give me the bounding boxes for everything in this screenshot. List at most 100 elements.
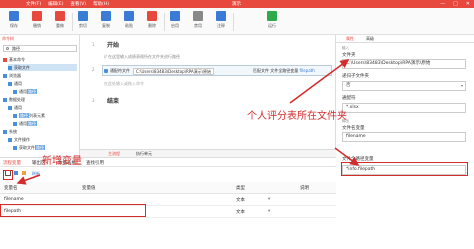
folder-field[interactable]: C:\Users\83483\Desktop\RPA演示\原始 bbox=[342, 59, 466, 69]
tree-item-label: 文件操作 bbox=[14, 137, 30, 142]
tree-item[interactable]: 路径列表元素 bbox=[13, 112, 77, 119]
redo-icon bbox=[55, 11, 65, 21]
add-command-hint[interactable]: 在此处输入或拖入命令 bbox=[104, 81, 144, 87]
toolbar-button-paste[interactable]: 粘贴 bbox=[118, 11, 140, 29]
wildcard-field[interactable]: *.xlsx bbox=[342, 103, 466, 113]
command-icon bbox=[3, 97, 7, 102]
enable-icon bbox=[170, 11, 180, 21]
tree-item-label: 浏览器 bbox=[9, 73, 21, 78]
toolbar-button-cut[interactable]: 剪切 bbox=[72, 11, 94, 29]
tab-command-tree[interactable]: 命令树 bbox=[2, 36, 14, 42]
tree-item[interactable]: 获取文件 bbox=[8, 64, 77, 71]
section-input-label: 输入 bbox=[342, 46, 349, 50]
menu-file[interactable]: 文件(F) bbox=[26, 1, 41, 7]
tree-item[interactable]: 浏览器 bbox=[3, 72, 77, 79]
line-number: 1 bbox=[92, 42, 95, 47]
delete-icon bbox=[147, 11, 157, 21]
properties-panel: 属性 高级 输入 文件夹 C:\Users\83483\Desktop\RPA演… bbox=[336, 35, 474, 249]
maximize-button[interactable]: □ bbox=[453, 1, 458, 7]
toolbar-button-undo[interactable]: 撤销 bbox=[26, 11, 48, 29]
search-highlight: 路径 bbox=[27, 89, 37, 94]
tree-item-label: 基本命令 bbox=[9, 57, 25, 62]
tree-item-label: 获取文件路径 bbox=[19, 145, 45, 150]
refresh-button[interactable]: 刷新 bbox=[32, 171, 40, 177]
tree-item-label: 路径列表元素 bbox=[19, 113, 45, 118]
count-var-field[interactable]: filename bbox=[342, 132, 466, 142]
step-middle: 匹配文件 bbox=[253, 68, 269, 73]
include-sub-label: 递归子文件夹 bbox=[342, 74, 369, 79]
toolbar-button-run[interactable]: 运行 bbox=[261, 11, 283, 29]
annotation-new-var-note: 新增变量 bbox=[42, 156, 82, 167]
tree-item[interactable]: 文件操作 bbox=[8, 136, 77, 143]
command-icon bbox=[13, 121, 17, 126]
copy-icon bbox=[101, 11, 111, 21]
toolbar-button-redo[interactable]: 重做 bbox=[49, 11, 71, 29]
toolbar-button-disable[interactable]: 禁用 bbox=[187, 11, 209, 29]
count-var-value: filename bbox=[346, 134, 366, 139]
toolbar-button-copy[interactable]: 复制 bbox=[95, 11, 117, 29]
tree-item[interactable]: 基本命令 bbox=[3, 56, 77, 63]
toolbar: 保存 撤销 重做 剪切 复制 粘贴 删除 启用 禁用 注释 运行 bbox=[0, 8, 474, 35]
var-type: 文本 bbox=[236, 198, 245, 203]
flow-end-label: 结束 bbox=[107, 98, 120, 105]
tree-item[interactable]: 获取文件路径 bbox=[13, 144, 77, 151]
command-icon bbox=[13, 113, 17, 118]
toolbar-button-label: 启用 bbox=[171, 23, 179, 28]
window-controls: — □ ✕ bbox=[440, 1, 470, 7]
variable-tools: 刷新 bbox=[2, 170, 82, 178]
toolbar-button-label: 运行 bbox=[268, 23, 276, 28]
tab-properties[interactable]: 属性 bbox=[346, 36, 354, 42]
delete-variable-icon[interactable] bbox=[14, 171, 18, 175]
command-icon bbox=[8, 65, 12, 70]
tree-item[interactable]: 系统 bbox=[3, 128, 77, 135]
menu-help[interactable]: 帮助(H) bbox=[93, 1, 109, 7]
chevron-down-icon: ▾ bbox=[460, 83, 463, 88]
step-var: filepath bbox=[299, 68, 315, 73]
paste-icon bbox=[124, 11, 134, 21]
toolbar-button-label: 保存 bbox=[10, 23, 18, 28]
tab-flow-variables[interactable]: 流程变量 bbox=[3, 160, 21, 166]
command-icon bbox=[8, 137, 12, 142]
tree-item[interactable]: 通用路径 bbox=[13, 120, 77, 127]
minimize-button[interactable]: — bbox=[440, 1, 445, 7]
toolbar-separator bbox=[233, 13, 234, 31]
tree-item-label: 通用 bbox=[14, 105, 22, 110]
cut-icon bbox=[78, 11, 88, 21]
command-icon bbox=[3, 129, 7, 134]
close-button[interactable]: ✕ bbox=[466, 1, 470, 7]
search-icon bbox=[6, 47, 9, 50]
toolbar-button-delete[interactable]: 删除 bbox=[141, 11, 163, 29]
tab-advanced[interactable]: 高级 bbox=[366, 36, 374, 42]
flow-start-label: 开始 bbox=[107, 42, 120, 49]
count-var-label: 文件名变量 bbox=[342, 126, 365, 131]
command-search-input[interactable]: 路径 bbox=[3, 45, 77, 52]
tab-find-refs[interactable]: 查找引用 bbox=[86, 160, 104, 166]
annotation-box-filepath-row bbox=[0, 204, 146, 217]
include-sub-select[interactable]: 否 ▾ bbox=[342, 81, 466, 91]
step-desc: 匹配文件 文件全路径变量 filepath bbox=[253, 68, 315, 74]
tree-item-label: 获取文件 bbox=[14, 65, 30, 70]
toolbar-button-save[interactable]: 保存 bbox=[3, 11, 25, 29]
command-icon bbox=[3, 57, 7, 62]
tree-item[interactable]: 通用 bbox=[8, 80, 77, 87]
step-folder-path: C:\Users\83483\Desktop\RPA演示\原始 bbox=[133, 68, 214, 75]
tree-item[interactable]: 通用 bbox=[8, 104, 77, 111]
flow-step-wildcard-file[interactable]: 通配符文件 C:\Users\83483\Desktop\RPA演示\原始 匹配… bbox=[102, 65, 332, 76]
tree-item[interactable]: 通用路径 bbox=[13, 88, 77, 95]
edit-variable-icon[interactable] bbox=[22, 171, 26, 175]
tree-item[interactable]: 数据处理 bbox=[3, 96, 77, 103]
toolbar-button-comment[interactable]: 注释 bbox=[210, 11, 232, 29]
col-name: 变量名 bbox=[4, 186, 18, 191]
search-highlight: 路径 bbox=[27, 121, 37, 126]
command-icon bbox=[13, 89, 17, 94]
tree-item-label: 系统 bbox=[9, 129, 17, 134]
col-type: 类型 bbox=[236, 186, 245, 191]
comment-icon bbox=[216, 11, 226, 21]
toolbar-button-label: 注释 bbox=[217, 23, 225, 28]
menu-view[interactable]: 查看(V) bbox=[70, 1, 86, 7]
disable-icon bbox=[193, 11, 203, 21]
folder-label: 文件夹 bbox=[342, 53, 356, 58]
annotation-box-add-button bbox=[3, 170, 13, 180]
toolbar-button-enable[interactable]: 启用 bbox=[164, 11, 186, 29]
menu-edit[interactable]: 编辑(E) bbox=[48, 1, 63, 7]
